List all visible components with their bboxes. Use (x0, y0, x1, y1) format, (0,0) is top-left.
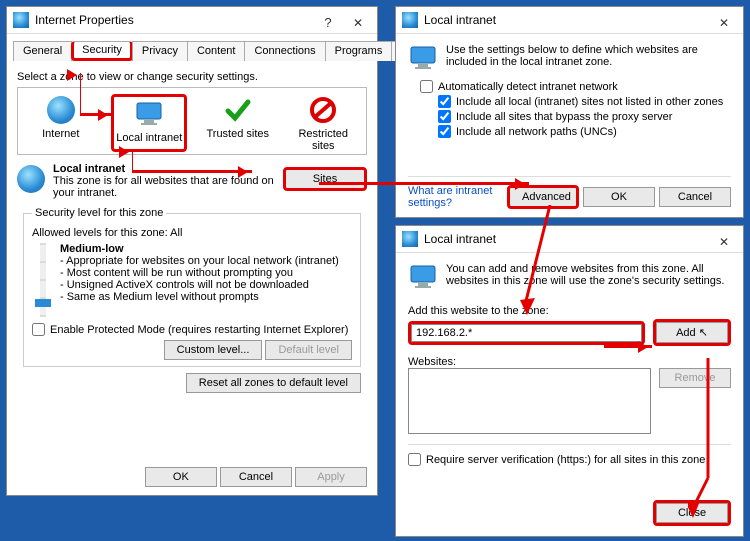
zones-list: Internet Local intranet Trusted sites Re… (17, 87, 367, 155)
auto-detect-checkbox[interactable]: Automatically detect intranet network (420, 80, 731, 93)
zone-restricted[interactable]: Restricted sites (288, 94, 358, 152)
security-level-group: Security level for this zone Allowed lev… (23, 207, 361, 367)
zone-local-intranet[interactable]: Local intranet (111, 94, 187, 152)
zone-trusted[interactable]: Trusted sites (203, 94, 273, 152)
globe-icon (13, 12, 29, 28)
security-level-heading: Security level for this zone (32, 207, 166, 219)
websites-list[interactable] (408, 368, 651, 434)
opt3-checkbox[interactable]: Include all network paths (UNCs) (438, 125, 731, 138)
close-dlg-button[interactable]: Close (656, 503, 728, 523)
zone-desc: This zone is for all websites that are f… (53, 175, 275, 199)
ok-button[interactable]: OK (145, 467, 217, 487)
local-intranet-settings-dialog: Local intranet ✕ Use the settings below … (395, 6, 744, 218)
cursor-icon: ↖ (699, 327, 708, 339)
websites-label: Websites: (408, 356, 731, 368)
title-text: Local intranet (424, 7, 496, 33)
close-button[interactable]: ✕ (709, 10, 739, 30)
require-https-checkbox[interactable]: Require server verification (https:) for… (408, 444, 731, 466)
bullet-1: - Appropriate for websites on your local… (60, 255, 352, 267)
no-entry-icon (308, 96, 338, 124)
apply-button[interactable]: Apply (295, 467, 367, 487)
check-icon (223, 96, 253, 124)
opt2-checkbox[interactable]: Include all sites that bypass the proxy … (438, 110, 731, 123)
panel-security: Select a zone to view or change security… (7, 61, 377, 399)
zone-internet[interactable]: Internet (26, 94, 96, 152)
intro-text: You can add and remove websites from thi… (446, 263, 731, 291)
allowed-label: Allowed levels for this zone: All (32, 227, 352, 239)
add-label: Add this website to the zone: (408, 305, 731, 317)
globe-icon (402, 12, 418, 28)
tab-privacy[interactable]: Privacy (132, 41, 188, 61)
tab-content[interactable]: Content (187, 41, 246, 61)
ok-button[interactable]: OK (583, 187, 655, 207)
close-button[interactable]: ✕ (709, 229, 739, 249)
internet-properties-dialog: Internet Properties ? ✕ General Security… (6, 6, 378, 496)
reset-all-button[interactable]: Reset all zones to default level (186, 373, 361, 393)
tabstrip: General Security Privacy Content Connect… (13, 40, 371, 61)
level-name: Medium-low (60, 243, 352, 255)
title-text: Internet Properties (35, 7, 134, 33)
globe-icon (402, 231, 418, 247)
tab-connections[interactable]: Connections (244, 41, 325, 61)
monitor-icon (408, 44, 438, 72)
cancel-button[interactable]: Cancel (220, 467, 292, 487)
whats-intranet-link[interactable]: What are intranet settings? (408, 185, 507, 209)
security-slider[interactable] (40, 243, 46, 317)
monitor-icon (408, 263, 438, 291)
close-button[interactable]: ✕ (343, 10, 373, 30)
default-level-button[interactable]: Default level (265, 340, 352, 360)
local-intranet-zone-dialog: Local intranet ✕ You can add and remove … (395, 225, 744, 537)
site-icon (17, 165, 45, 193)
titlebar: Local intranet ✕ (396, 226, 743, 253)
tab-general[interactable]: General (13, 41, 72, 61)
intro-text: Use the settings below to define which w… (446, 44, 731, 72)
bullet-4: - Same as Medium level without prompts (60, 291, 352, 303)
help-button[interactable]: ? (313, 10, 343, 30)
tab-security[interactable]: Security (71, 41, 133, 61)
custom-level-button[interactable]: Custom level... (164, 340, 263, 360)
tab-programs[interactable]: Programs (325, 41, 393, 61)
titlebar: Local intranet ✕ (396, 7, 743, 34)
remove-button[interactable]: Remove (659, 368, 731, 388)
sites-button[interactable]: Sites (283, 167, 367, 191)
title-text: Local intranet (424, 226, 496, 252)
bullet-3: - Unsigned ActiveX controls will not be … (60, 279, 352, 291)
protected-mode-checkbox[interactable]: Enable Protected Mode (requires restarti… (32, 323, 352, 336)
bullet-2: - Most content will be run without promp… (60, 267, 352, 279)
globe-icon (47, 96, 75, 124)
titlebar: Internet Properties ? ✕ (7, 7, 377, 34)
add-button[interactable]: Add ↖ (656, 322, 728, 343)
cancel-button[interactable]: Cancel (659, 187, 731, 207)
add-website-input[interactable] (411, 324, 642, 342)
opt1-checkbox[interactable]: Include all local (intranet) sites not l… (438, 95, 731, 108)
monitor-icon (134, 100, 164, 128)
